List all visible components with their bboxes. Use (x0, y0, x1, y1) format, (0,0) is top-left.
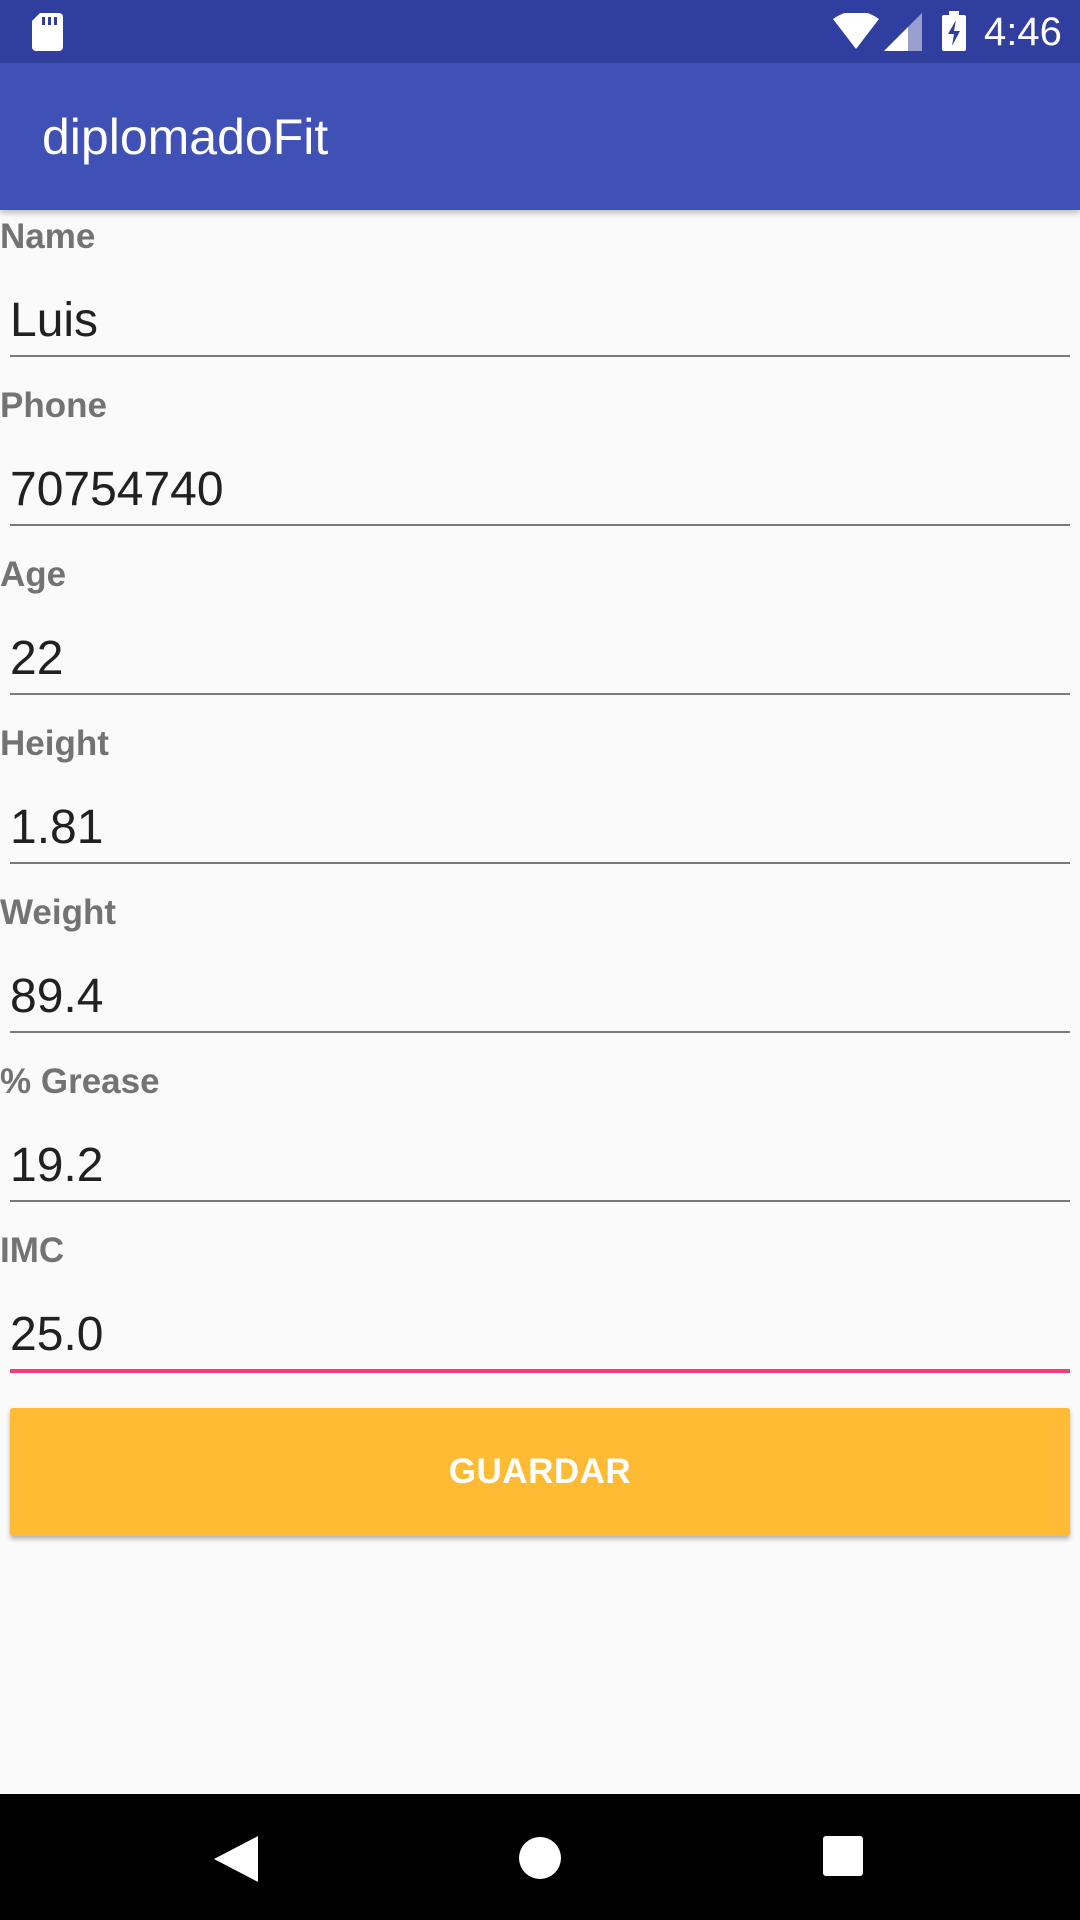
status-clock: 4:46 (984, 10, 1062, 54)
name-label: Name (0, 217, 96, 256)
status-bar: 4:46 (0, 0, 1080, 63)
age-input[interactable] (10, 630, 1070, 686)
signal-icon (884, 13, 922, 51)
height-input[interactable] (10, 799, 1070, 855)
navigation-bar (0, 1794, 1080, 1920)
name-underline (10, 355, 1070, 357)
phone-underline (10, 524, 1070, 526)
app-bar: diplomadoFit (0, 63, 1080, 210)
weight-underline (10, 1031, 1070, 1033)
phone-label: Phone (0, 386, 107, 425)
age-label: Age (0, 555, 67, 594)
app-title: diplomadoFit (42, 109, 329, 165)
grease-underline (10, 1200, 1070, 1202)
back-icon[interactable] (214, 1836, 258, 1882)
age-underline (10, 693, 1070, 695)
sd-card-icon (32, 13, 63, 51)
save-button[interactable]: GUARDAR (10, 1408, 1070, 1536)
height-underline (10, 862, 1070, 864)
imc-input[interactable] (10, 1306, 1070, 1362)
battery-charging-icon (942, 11, 966, 51)
name-input[interactable] (10, 292, 1070, 348)
height-label: Height (0, 724, 109, 763)
grease-input[interactable] (10, 1137, 1070, 1193)
imc-underline (10, 1369, 1070, 1373)
recents-icon[interactable] (823, 1836, 863, 1876)
imc-label: IMC (0, 1231, 65, 1270)
home-icon[interactable] (518, 1836, 562, 1880)
wifi-icon (833, 13, 879, 49)
grease-label: % Grease (0, 1062, 160, 1101)
weight-input[interactable] (10, 968, 1070, 1024)
weight-label: Weight (0, 893, 117, 932)
phone-input[interactable] (10, 461, 1070, 517)
